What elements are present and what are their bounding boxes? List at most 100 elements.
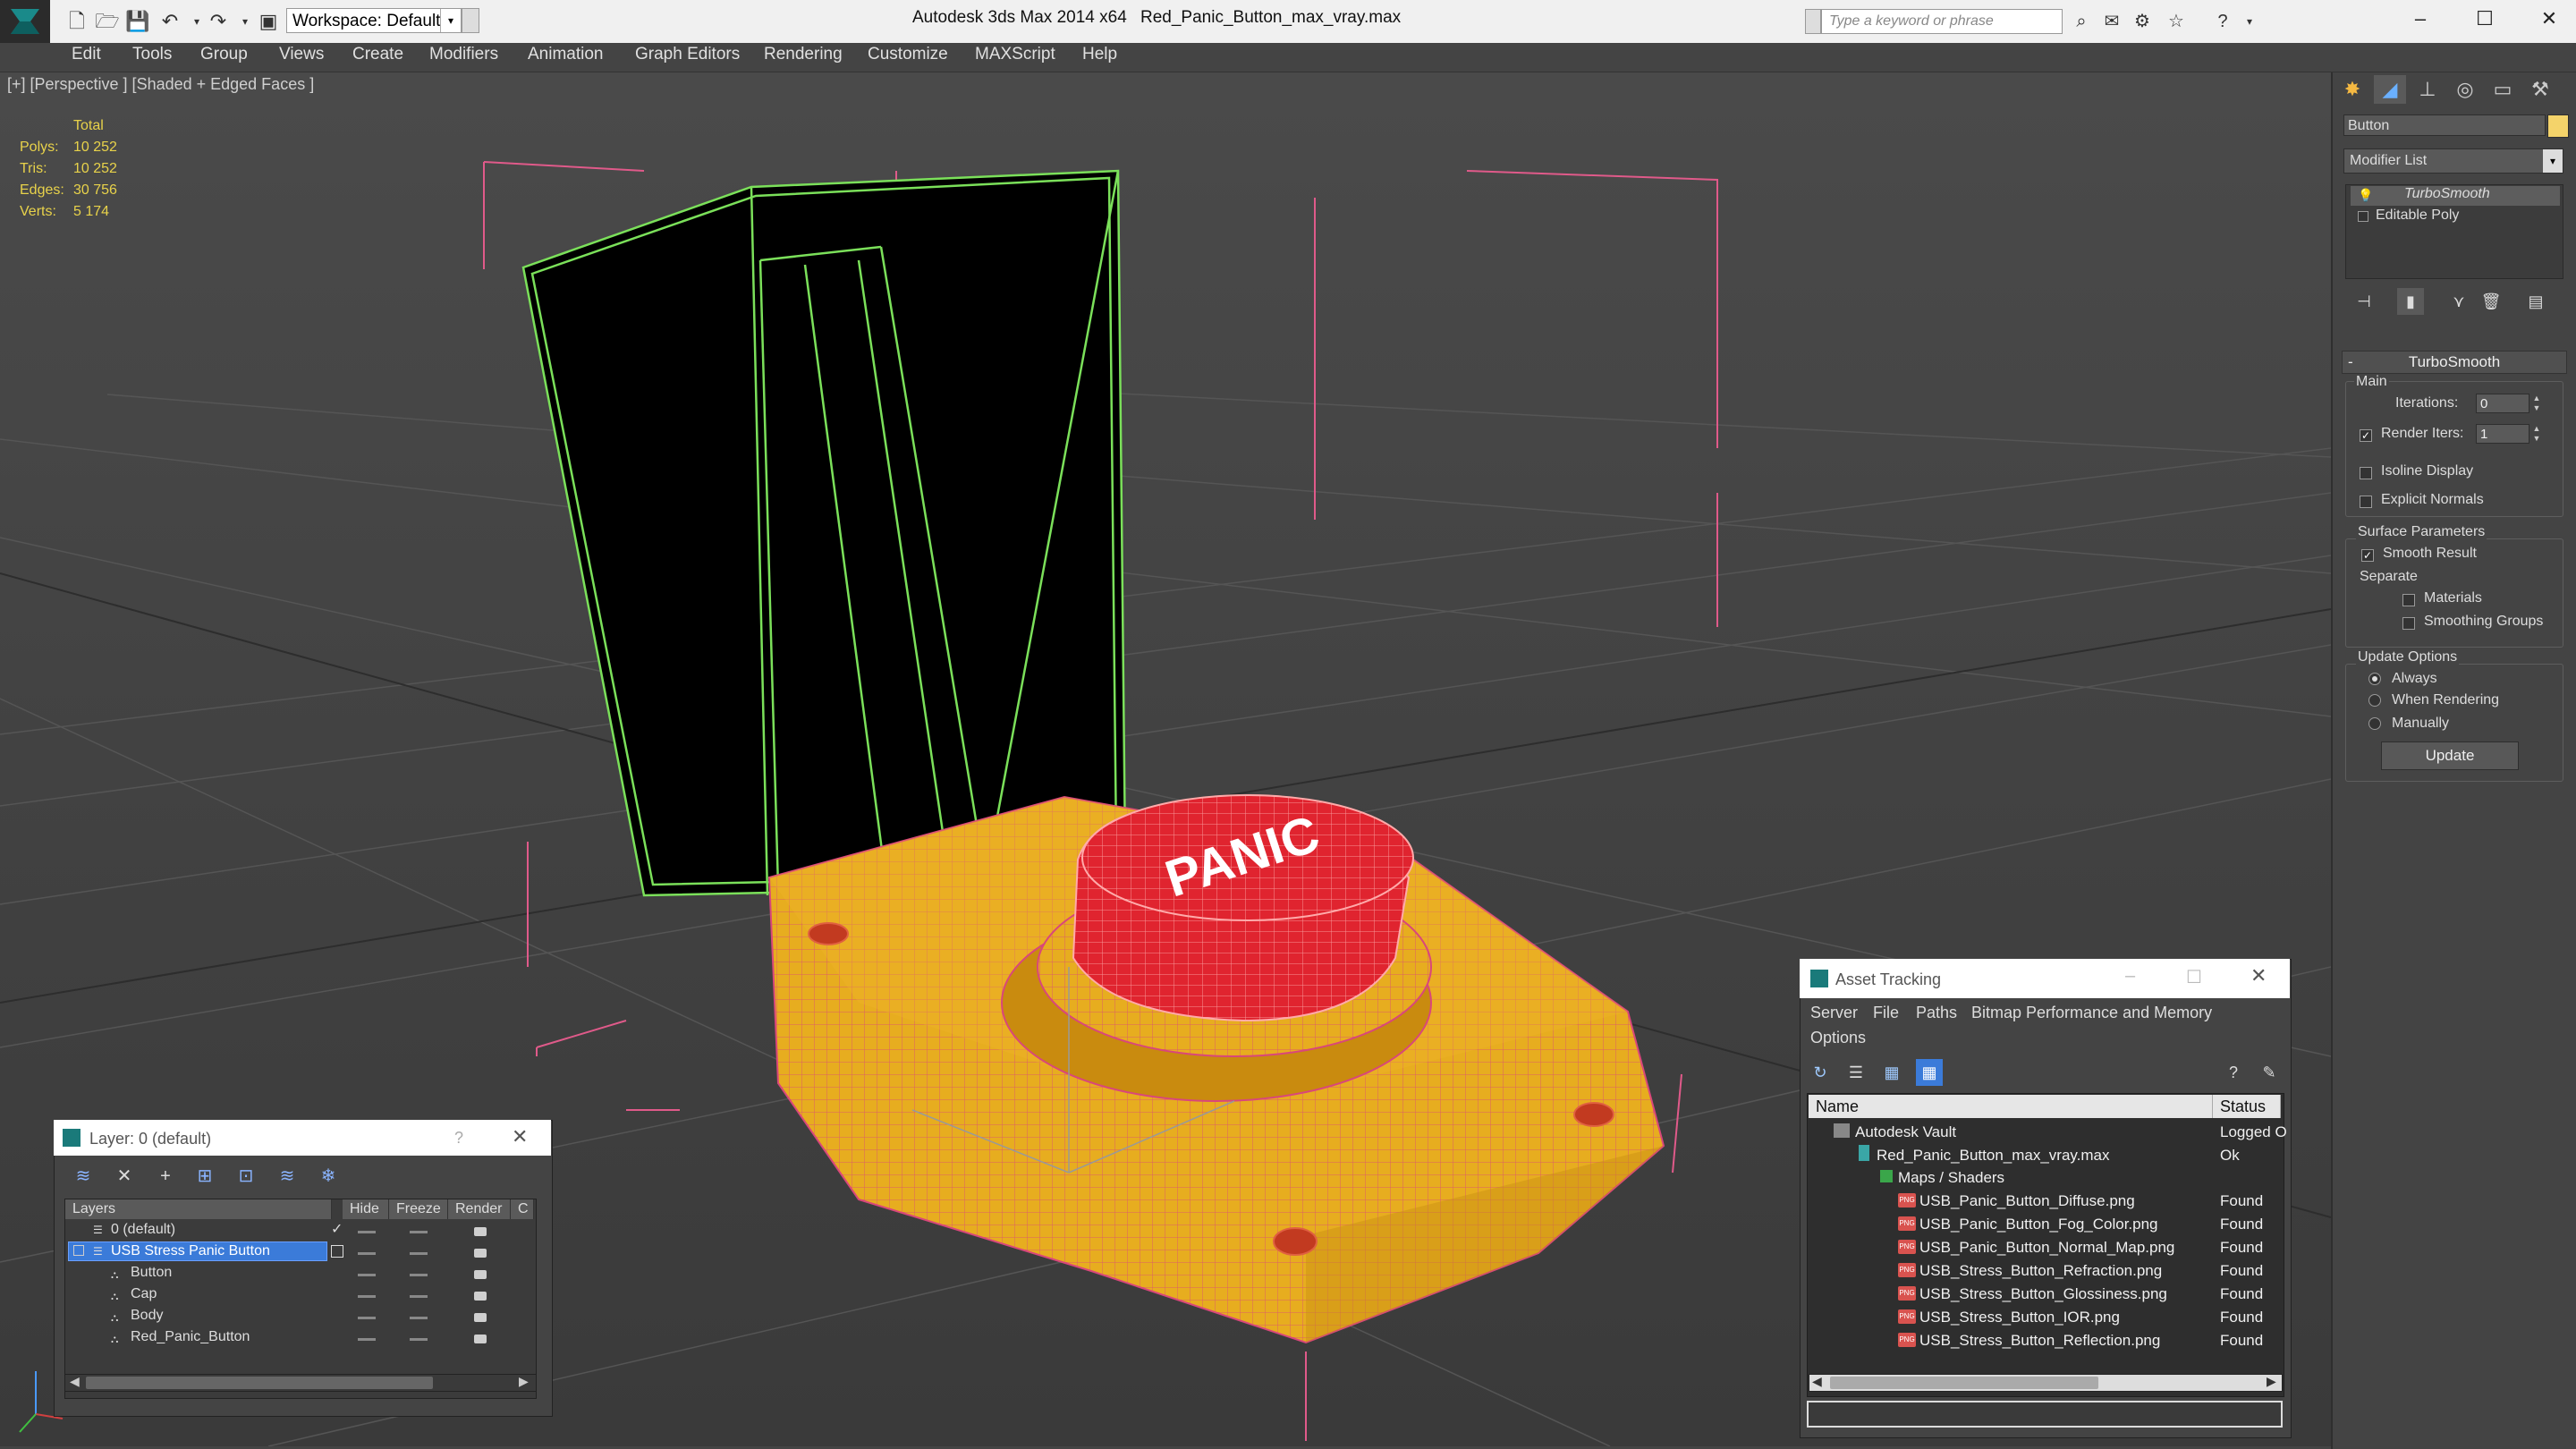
freeze-toggle[interactable] xyxy=(410,1231,428,1233)
freeze-toggle[interactable] xyxy=(410,1295,428,1298)
redo-dropdown-icon[interactable]: ▾ xyxy=(233,9,258,34)
asset-row-diffuse[interactable]: USB_Panic_Button_Diffuse.png xyxy=(1919,1192,2135,1210)
modifier-list-dropdown[interactable]: Modifier List ▾ xyxy=(2343,148,2563,174)
asset-menu-file[interactable]: File xyxy=(1873,1004,1899,1022)
render-iters-spinner[interactable]: 1 xyxy=(2476,424,2529,444)
menu-edit[interactable]: Edit xyxy=(72,45,101,64)
close-icon[interactable]: ✕ xyxy=(2517,0,2576,39)
col-status[interactable]: Status xyxy=(2213,1095,2281,1118)
freeze-all-icon[interactable]: ❄ xyxy=(313,1163,343,1190)
help-dropdown-icon[interactable]: ▾ xyxy=(2236,9,2263,34)
project-folder-icon[interactable]: ▣ xyxy=(256,9,281,34)
freeze-toggle[interactable] xyxy=(410,1338,428,1341)
col-hide[interactable]: Hide xyxy=(343,1199,389,1219)
always-radio[interactable] xyxy=(2368,673,2381,685)
render-teapot-icon[interactable] xyxy=(474,1227,487,1236)
col-render[interactable]: Render xyxy=(448,1199,511,1219)
maximize-icon[interactable]: ☐ xyxy=(2453,0,2517,39)
maximize-icon[interactable]: ☐ xyxy=(2186,966,2202,988)
highlight-selected-icon[interactable]: ⊡ xyxy=(231,1163,261,1190)
refresh-icon[interactable]: ↻ xyxy=(1807,1059,1834,1086)
asset-row-reflection[interactable]: USB_Stress_Button_Reflection.png xyxy=(1919,1332,2160,1350)
asset-row-refraction[interactable]: USB_Stress_Button_Refraction.png xyxy=(1919,1262,2162,1280)
scrollbar-thumb[interactable] xyxy=(86,1377,433,1389)
layer-manager-icon[interactable]: ≋ xyxy=(68,1163,98,1190)
hide-toggle[interactable] xyxy=(358,1274,376,1276)
menu-maxscript[interactable]: MAXScript xyxy=(975,45,1055,64)
menu-modifiers[interactable]: Modifiers xyxy=(429,45,498,64)
explicit-normals-checkbox[interactable] xyxy=(2360,496,2372,508)
pin-stack-icon[interactable]: ⊣ xyxy=(2351,288,2377,315)
hierarchy-tab-icon[interactable]: ⊥ xyxy=(2411,75,2444,104)
manually-radio[interactable] xyxy=(2368,717,2381,730)
search-input[interactable]: Type a keyword or phrase xyxy=(1821,9,2063,34)
col-layers[interactable]: Layers xyxy=(65,1199,332,1219)
list-view-icon[interactable]: ☰ xyxy=(1843,1059,1869,1086)
close-icon[interactable]: ✕ xyxy=(2250,964,2267,987)
scroll-left-icon[interactable]: ◀ xyxy=(1812,1374,1822,1389)
configure-modifier-sets-icon[interactable]: ▤ xyxy=(2522,288,2549,315)
binoculars-icon[interactable]: ⌕ xyxy=(2068,9,2095,34)
freeze-toggle[interactable] xyxy=(410,1274,428,1276)
update-button[interactable]: Update xyxy=(2381,741,2519,770)
stack-item-editable-poly[interactable]: Editable Poly xyxy=(2376,208,2459,224)
isoline-display-checkbox[interactable] xyxy=(2360,467,2372,479)
menu-help[interactable]: Help xyxy=(1082,45,1117,64)
spinner-arrows-icon[interactable]: ▲ ▼ xyxy=(2531,394,2542,413)
lightbulb-icon[interactable]: 💡 xyxy=(2358,188,2373,203)
smoothing-groups-checkbox[interactable] xyxy=(2402,617,2415,630)
freeze-toggle[interactable] xyxy=(410,1317,428,1319)
app-logo-button[interactable] xyxy=(0,0,50,43)
thumbnail-view-icon[interactable]: ▦ xyxy=(1878,1059,1905,1086)
layer-row-button[interactable]: Button xyxy=(131,1265,172,1281)
render-teapot-icon[interactable] xyxy=(474,1270,487,1279)
col-color[interactable]: C xyxy=(511,1199,534,1219)
materials-checkbox[interactable] xyxy=(2402,594,2415,606)
object-color-swatch[interactable] xyxy=(2547,114,2569,138)
layer-row-usb-stress-panic-button[interactable]: USB Stress Panic Button xyxy=(111,1243,270,1259)
scrollbar-thumb[interactable] xyxy=(1830,1377,2098,1389)
render-iters-checkbox[interactable]: ✓ xyxy=(2360,429,2372,442)
layer-row-default[interactable]: 0 (default) xyxy=(111,1222,175,1238)
search-expand-icon[interactable]: ▸ xyxy=(1805,9,1821,34)
col-freeze[interactable]: Freeze xyxy=(389,1199,448,1219)
subscription-icon[interactable]: ⚙ xyxy=(2129,9,2156,34)
iterations-spinner[interactable]: 0 xyxy=(2476,394,2529,413)
freeze-toggle[interactable] xyxy=(410,1252,428,1255)
table-view-icon[interactable]: ▦ xyxy=(1916,1059,1943,1086)
open-file-icon[interactable]: 🗁 xyxy=(95,9,120,34)
asset-menu-bitmap-performance[interactable]: Bitmap Performance and Memory xyxy=(1971,1004,2212,1022)
undo-icon[interactable]: ↶ xyxy=(157,9,182,34)
close-icon[interactable]: ✕ xyxy=(512,1125,528,1148)
menu-group[interactable]: Group xyxy=(200,45,248,64)
make-unique-icon[interactable]: ⋎ xyxy=(2445,288,2472,315)
asset-path-field[interactable] xyxy=(1807,1401,2283,1428)
layer-row-cap[interactable]: Cap xyxy=(131,1286,157,1302)
motion-tab-icon[interactable]: ◎ xyxy=(2449,75,2481,104)
new-file-icon[interactable]: 🗋 xyxy=(64,9,89,34)
redo-icon[interactable]: ↷ xyxy=(206,9,231,34)
col-name[interactable]: Name xyxy=(1809,1095,2213,1118)
asset-menu-server[interactable]: Server xyxy=(1810,1004,1858,1022)
hide-toggle[interactable] xyxy=(358,1295,376,1298)
expand-plus-icon[interactable] xyxy=(2358,211,2368,222)
layer-row-red-panic-button[interactable]: Red_Panic_Button xyxy=(131,1329,250,1345)
help-icon[interactable]: ? xyxy=(454,1129,463,1148)
layer-row-body[interactable]: Body xyxy=(131,1308,163,1324)
asset-row-glossiness[interactable]: USB_Stress_Button_Glossiness.png xyxy=(1919,1285,2167,1303)
favorites-star-icon[interactable]: ☆ xyxy=(2163,9,2190,34)
minimize-icon[interactable]: – xyxy=(2388,0,2453,39)
utilities-tab-icon[interactable]: ⚒ xyxy=(2524,75,2556,104)
turbosmooth-rollout-header[interactable]: - TurboSmooth xyxy=(2342,351,2567,374)
render-teapot-icon[interactable] xyxy=(474,1249,487,1258)
hide-toggle[interactable] xyxy=(358,1338,376,1341)
menu-create[interactable]: Create xyxy=(352,45,403,64)
menu-tools[interactable]: Tools xyxy=(132,45,172,64)
help-icon[interactable]: ? xyxy=(2220,1059,2247,1086)
asset-row-fog-color[interactable]: USB_Panic_Button_Fog_Color.png xyxy=(1919,1216,2158,1233)
viewport-label[interactable]: [+] [Perspective ] [Shaded + Edged Faces… xyxy=(7,75,314,94)
scroll-right-icon[interactable]: ▶ xyxy=(519,1374,529,1389)
minimize-icon[interactable]: – xyxy=(2125,966,2135,987)
object-name-field[interactable]: Button xyxy=(2343,114,2546,136)
show-end-result-icon[interactable]: ▮ xyxy=(2397,288,2424,315)
